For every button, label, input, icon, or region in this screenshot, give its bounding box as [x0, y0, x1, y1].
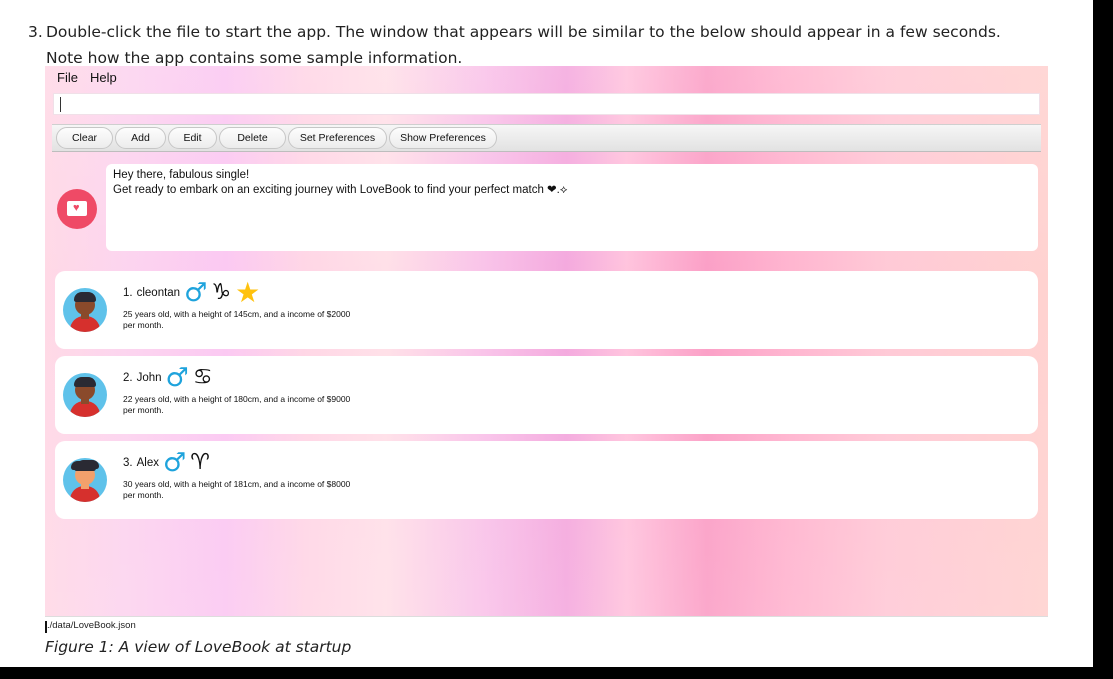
menu-file[interactable]: File — [57, 70, 78, 85]
show-preferences-button[interactable]: Show Preferences — [389, 127, 497, 149]
person-name-row: 2. John ♂ ♋ — [123, 364, 213, 392]
figure-caption: Figure 1: A view of LoveBook at startup — [45, 638, 352, 656]
person-card[interactable]: 1. cleontan ♂ ♑ ★ 25 years old, with a h… — [55, 271, 1038, 349]
person-index: 3. — [123, 457, 133, 469]
person-description: 25 years old, with a height of 145cm, an… — [123, 309, 351, 330]
document-page: 3. Double-click the file to start the ap… — [0, 0, 1093, 667]
person-name: John — [136, 372, 162, 384]
toolbar: Clear Add Edit Delete Set Preferences Sh… — [52, 124, 1041, 152]
avatar — [63, 373, 107, 417]
person-name-row: 3. Alex ♂ ♈ — [123, 449, 210, 477]
male-icon: ♂ — [184, 278, 208, 308]
envelope-heart-icon — [57, 189, 97, 229]
add-button[interactable]: Add — [115, 127, 166, 149]
male-icon: ♂ — [162, 448, 187, 478]
person-name-row: 1. cleontan ♂ ♑ ★ — [123, 279, 260, 307]
lovebook-window: File Help Clear Add Edit Delete Set Pref… — [45, 66, 1048, 633]
welcome-line-1: Hey there, fabulous single! — [113, 169, 250, 181]
person-card[interactable]: 2. John ♂ ♋ 22 years old, with a height … — [55, 356, 1038, 434]
menu-help[interactable]: Help — [90, 70, 117, 85]
set-preferences-button[interactable]: Set Preferences — [288, 127, 387, 149]
person-index: 2. — [123, 372, 133, 384]
person-index: 1. — [123, 287, 133, 299]
command-input[interactable] — [53, 93, 1040, 115]
menu-bar: File Help — [45, 66, 1048, 88]
star-icon: ★ — [235, 276, 261, 309]
step-number: 3. — [28, 23, 43, 41]
aries-icon: ♈ — [190, 450, 211, 475]
person-description: 22 years old, with a height of 180cm, an… — [123, 394, 351, 415]
edit-button[interactable]: Edit — [168, 127, 217, 149]
person-name: Alex — [136, 457, 159, 469]
person-card[interactable]: 3. Alex ♂ ♈ 30 years old, with a height … — [55, 441, 1038, 519]
delete-button[interactable]: Delete — [219, 127, 286, 149]
status-bar-file-path: ./data/LoveBook.json — [45, 616, 1048, 633]
male-icon: ♂ — [165, 363, 189, 393]
text-caret — [60, 97, 61, 112]
person-description: 30 years old, with a height of 181cm, an… — [123, 479, 351, 500]
avatar — [63, 458, 107, 502]
step-text: Double-click the file to start the app. … — [46, 23, 1001, 67]
welcome-message: Hey there, fabulous single! Get ready to… — [106, 164, 1038, 251]
cancer-icon: ♋ — [192, 365, 213, 390]
instruction-step: 3. Double-click the file to start the ap… — [28, 19, 1028, 71]
welcome-line-2: Get ready to embark on an exciting journ… — [113, 184, 568, 196]
avatar — [63, 288, 107, 332]
person-name: cleontan — [136, 287, 181, 299]
capricorn-icon: ♑ — [211, 280, 232, 305]
clear-button[interactable]: Clear — [56, 127, 113, 149]
